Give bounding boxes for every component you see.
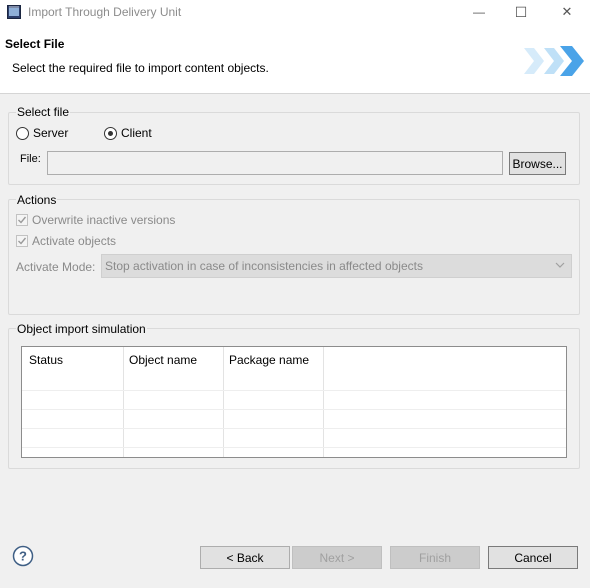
wizard-header: Select File Select the required file to … <box>0 24 590 94</box>
row-divider <box>22 390 566 391</box>
minimize-icon: — <box>473 5 485 19</box>
server-radio[interactable]: Server <box>16 126 68 140</box>
checkmark-icon <box>18 216 27 224</box>
file-path-input[interactable] <box>47 151 503 175</box>
overwrite-checkbox-box[interactable] <box>16 214 28 226</box>
select-file-group-label: Select file <box>16 105 71 119</box>
client-radio[interactable]: Client <box>104 126 152 140</box>
simulation-group-label: Object import simulation <box>16 322 147 336</box>
maximize-button[interactable]: ☐ <box>506 0 536 24</box>
activate-mode-select[interactable]: Stop activation in case of inconsistenci… <box>101 254 572 278</box>
svg-text:?: ? <box>19 549 27 564</box>
double-chevron-banner-icon <box>524 46 584 76</box>
simulation-table[interactable]: Status Object name Package name <box>21 346 567 458</box>
cancel-button[interactable]: Cancel <box>488 546 578 569</box>
column-header-object-name[interactable]: Object name <box>129 353 197 367</box>
activate-mode-value: Stop activation in case of inconsistenci… <box>105 259 423 273</box>
file-label: File: <box>20 153 41 165</box>
minimize-button[interactable]: — <box>464 0 494 24</box>
column-header-status[interactable]: Status <box>29 353 63 367</box>
server-radio-indicator[interactable] <box>16 126 29 140</box>
actions-group-label: Actions <box>16 193 58 207</box>
server-radio-label: Server <box>33 126 69 140</box>
column-header-package-name[interactable]: Package name <box>229 353 309 367</box>
title-bar: Import Through Delivery Unit — ☐ ✕ <box>0 0 590 24</box>
finish-button[interactable]: Finish <box>390 546 480 569</box>
overwrite-inactive-checkbox[interactable]: Overwrite inactive versions <box>16 213 175 227</box>
column-divider <box>123 347 124 457</box>
activate-checkbox-label: Activate objects <box>32 234 117 248</box>
checkmark-icon <box>18 237 27 245</box>
client-radio-indicator[interactable] <box>104 126 117 140</box>
back-button[interactable]: < Back <box>200 546 290 569</box>
window-title: Import Through Delivery Unit <box>28 5 182 19</box>
row-divider <box>22 409 566 410</box>
activate-checkbox-box[interactable] <box>16 235 28 247</box>
browse-button[interactable]: Browse... <box>509 152 566 175</box>
overwrite-checkbox-label: Overwrite inactive versions <box>32 213 176 227</box>
page-title: Select File <box>5 37 65 51</box>
column-divider <box>323 347 324 457</box>
page-description: Select the required file to import conte… <box>12 61 269 75</box>
row-divider <box>22 447 566 448</box>
close-button[interactable]: ✕ <box>552 0 582 24</box>
close-icon: ✕ <box>561 4 573 19</box>
next-button[interactable]: Next > <box>292 546 382 569</box>
row-divider <box>22 428 566 429</box>
help-question-icon[interactable]: ? <box>12 545 34 567</box>
maximize-icon: ☐ <box>514 3 528 20</box>
column-divider <box>223 347 224 457</box>
app-window-icon <box>7 5 21 19</box>
client-radio-label: Client <box>121 126 152 140</box>
activate-mode-label: Activate Mode: <box>16 260 96 274</box>
activate-objects-checkbox[interactable]: Activate objects <box>16 234 116 248</box>
chevron-down-icon <box>555 262 565 268</box>
